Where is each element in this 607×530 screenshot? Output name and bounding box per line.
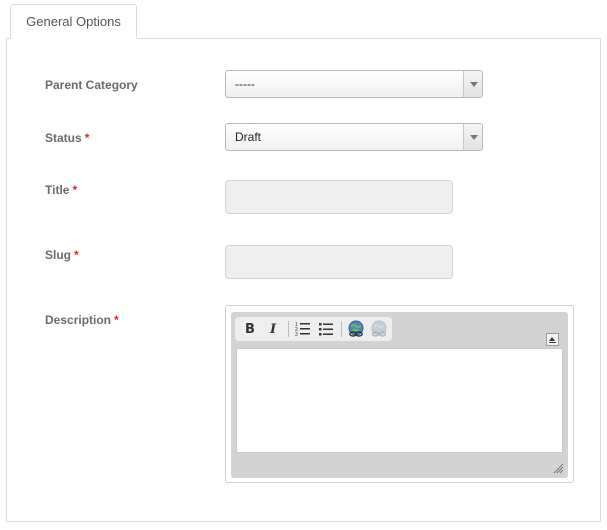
- parent-category-label: Parent Category: [45, 78, 138, 92]
- toolbar-separator: [288, 321, 289, 337]
- slug-input[interactable]: [225, 245, 453, 279]
- parent-category-dropdown-button[interactable]: [463, 71, 482, 97]
- parent-category-select[interactable]: -----: [225, 70, 483, 98]
- parent-category-label-text: Parent Category: [45, 78, 138, 92]
- editor-toolbar: B I 1 2 3: [235, 317, 392, 341]
- description-label-text: Description: [45, 313, 112, 327]
- insert-link-button[interactable]: [346, 319, 366, 339]
- unordered-list-icon: [319, 323, 333, 336]
- unlink-icon: [371, 320, 387, 337]
- editor-frame: B I 1 2 3: [231, 312, 568, 478]
- parent-category-value: -----: [235, 77, 255, 91]
- required-marker: *: [72, 183, 78, 197]
- svg-text:3: 3: [295, 332, 298, 337]
- unordered-list-button[interactable]: [316, 319, 336, 339]
- status-select[interactable]: Draft: [225, 123, 483, 151]
- bold-button[interactable]: B: [240, 319, 260, 339]
- status-value: Draft: [235, 130, 262, 144]
- collapse-toolbar-icon[interactable]: [546, 333, 559, 346]
- ordered-list-icon: 1 2 3: [295, 322, 310, 337]
- toolbar-separator: [341, 321, 342, 337]
- required-marker: *: [114, 313, 119, 327]
- description-editor: B I 1 2 3: [225, 305, 574, 483]
- tab-label: General Options: [26, 14, 121, 29]
- status-label: Status *: [45, 131, 89, 145]
- status-label-text: Status: [45, 131, 82, 145]
- slug-label: Slug *: [45, 248, 79, 262]
- status-dropdown-button[interactable]: [463, 124, 482, 150]
- required-marker: *: [84, 131, 90, 145]
- chevron-down-icon: [470, 82, 478, 87]
- link-icon: [348, 320, 364, 337]
- ordered-list-button[interactable]: 1 2 3: [293, 319, 313, 339]
- italic-button[interactable]: I: [263, 319, 283, 339]
- chevron-down-icon: [470, 135, 478, 140]
- unlink-button[interactable]: [369, 319, 389, 339]
- title-label: Title *: [45, 183, 77, 197]
- title-label-text: Title: [45, 183, 70, 197]
- slug-label-text: Slug: [45, 248, 71, 262]
- tab-general-options[interactable]: General Options: [10, 4, 137, 39]
- title-input[interactable]: [225, 180, 453, 214]
- italic-icon: I: [269, 321, 277, 337]
- bold-icon: B: [245, 321, 255, 337]
- resize-handle-icon[interactable]: [552, 462, 564, 474]
- description-edit-area[interactable]: [236, 348, 563, 453]
- description-label: Description *: [45, 313, 119, 327]
- required-marker: *: [74, 248, 79, 262]
